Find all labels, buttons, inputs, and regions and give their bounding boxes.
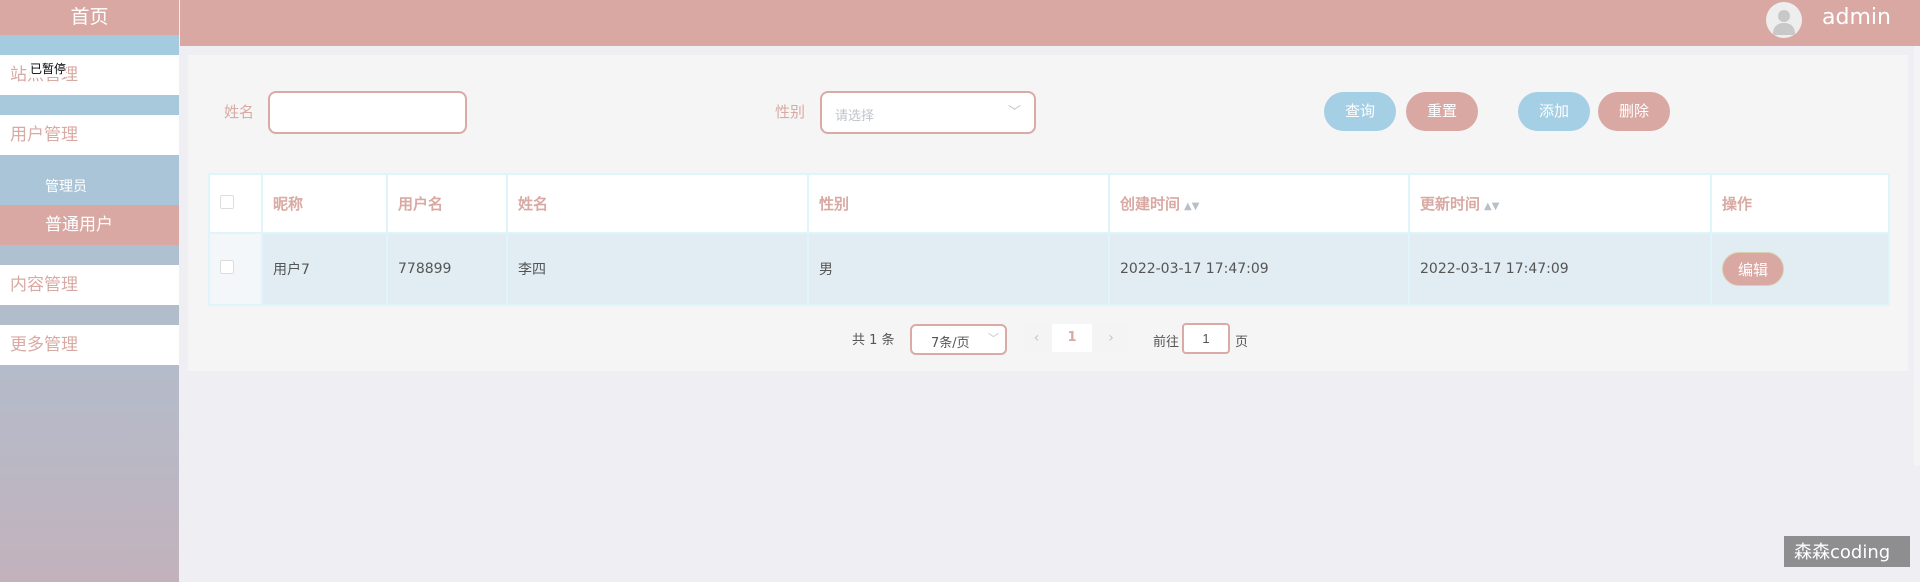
cell-name: 李四 (506, 232, 809, 306)
goto-label: 前往 (1153, 335, 1180, 350)
sidebar-item-users[interactable]: 用户管理 (0, 115, 179, 155)
scrollbar[interactable] (1914, 46, 1920, 466)
col-updated[interactable]: 更新时间 ▲▼ (1408, 173, 1712, 234)
search-button[interactable]: 查询 (1324, 92, 1396, 131)
table-row: 用户7 778899 李四 男 2022-03-17 17:47:09 2022… (208, 232, 1890, 306)
col-nickname: 昵称 (261, 173, 388, 234)
watermark: 森森coding (1784, 536, 1910, 567)
sidebar-item-content[interactable]: 内容管理 (0, 265, 179, 305)
col-actions: 操作 (1710, 173, 1890, 234)
sidebar-item-more[interactable]: 更多管理 (0, 325, 179, 365)
sidebar-home[interactable]: 首页 (0, 0, 179, 35)
cell-created: 2022-03-17 17:47:09 (1108, 232, 1410, 306)
cell-username: 778899 (386, 232, 508, 306)
next-page-button[interactable]: › (1094, 324, 1128, 352)
chevron-down-icon: ﹀ (1008, 105, 1022, 120)
cell-updated: 2022-03-17 17:47:09 (1408, 232, 1712, 306)
paused-overlay: 已暂停 (30, 60, 67, 77)
user-table: 昵称 用户名 姓名 性别 创建时间 ▲▼ 更新时间 ▲▼ 操作 用户7 778899… (208, 173, 1890, 306)
sidebar-subitem-admin[interactable]: 管理员 (0, 155, 179, 205)
chevron-down-icon: ﹀ (988, 332, 999, 345)
sort-icon[interactable]: ▲▼ (1484, 201, 1499, 212)
delete-button[interactable]: 删除 (1598, 92, 1670, 131)
sidebar-divider (0, 305, 179, 325)
sidebar-divider (0, 95, 179, 115)
col-gender: 性别 (807, 173, 1110, 234)
select-all-checkbox[interactable] (220, 194, 234, 209)
col-created[interactable]: 创建时间 ▲▼ (1108, 173, 1410, 234)
col-updated-label: 更新时间 (1420, 195, 1481, 213)
prev-page-button[interactable]: ‹ (1023, 324, 1050, 352)
col-username: 用户名 (386, 173, 508, 234)
sidebar: 首页 站点管理 已暂停 用户管理 管理员 普通用户 内容管理 更多管理 (0, 0, 179, 582)
cell-nickname: 用户7 (261, 232, 388, 306)
cell-gender: 男 (807, 232, 1110, 306)
name-input[interactable] (268, 91, 467, 134)
page-size-select[interactable]: 7条/页 ﹀ (910, 324, 1007, 355)
gender-select[interactable]: 请选择 ﹀ (820, 91, 1036, 134)
add-button[interactable]: 添加 (1518, 92, 1590, 131)
gender-label: 性别 (775, 103, 806, 121)
username[interactable]: admin (1822, 5, 1891, 30)
page-suffix: 页 (1235, 335, 1249, 350)
gender-placeholder: 请选择 (835, 109, 875, 124)
user-avatar-icon[interactable] (1766, 2, 1802, 38)
edit-button[interactable]: 编辑 (1722, 252, 1784, 286)
row-checkbox[interactable] (220, 260, 234, 274)
page-1[interactable]: 1 (1052, 324, 1092, 352)
sidebar-divider (0, 245, 179, 265)
total-count: 共 1 条 (852, 333, 895, 348)
sidebar-divider (0, 35, 179, 55)
sort-icon[interactable]: ▲▼ (1184, 201, 1199, 212)
reset-button[interactable]: 重置 (1406, 92, 1478, 131)
name-label: 姓名 (224, 103, 255, 121)
page-size-value: 7条/页 (931, 336, 970, 351)
table-header: 昵称 用户名 姓名 性别 创建时间 ▲▼ 更新时间 ▲▼ 操作 (208, 173, 1890, 234)
col-created-label: 创建时间 (1120, 195, 1181, 213)
goto-page-input[interactable] (1182, 323, 1230, 354)
select-all[interactable] (208, 173, 263, 234)
sidebar-item-site[interactable]: 站点管理 (0, 55, 179, 95)
sidebar-subitem-normal-user[interactable]: 普通用户 (0, 205, 179, 245)
cell-actions: 编辑 (1710, 232, 1890, 306)
col-name: 姓名 (506, 173, 809, 234)
header: admin (180, 0, 1920, 46)
